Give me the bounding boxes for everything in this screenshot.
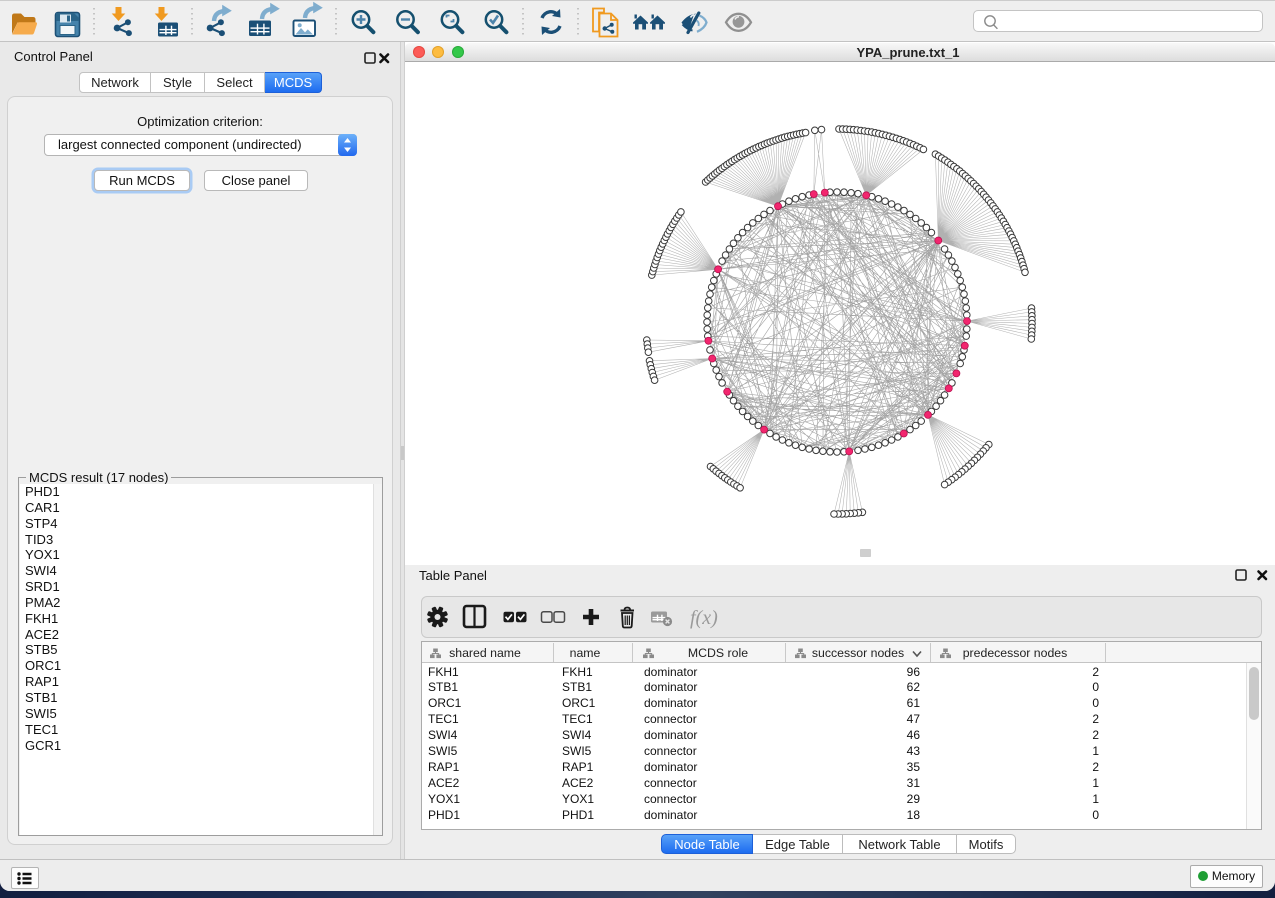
svg-text:MCDS role: MCDS role xyxy=(688,646,748,660)
svg-text:f(x): f(x) xyxy=(690,607,718,629)
svg-text:successor nodes: successor nodes xyxy=(812,646,904,660)
svg-text:name: name xyxy=(570,646,601,660)
svg-text:predecessor nodes: predecessor nodes xyxy=(963,646,1068,660)
svg-text:shared name: shared name xyxy=(449,646,521,660)
